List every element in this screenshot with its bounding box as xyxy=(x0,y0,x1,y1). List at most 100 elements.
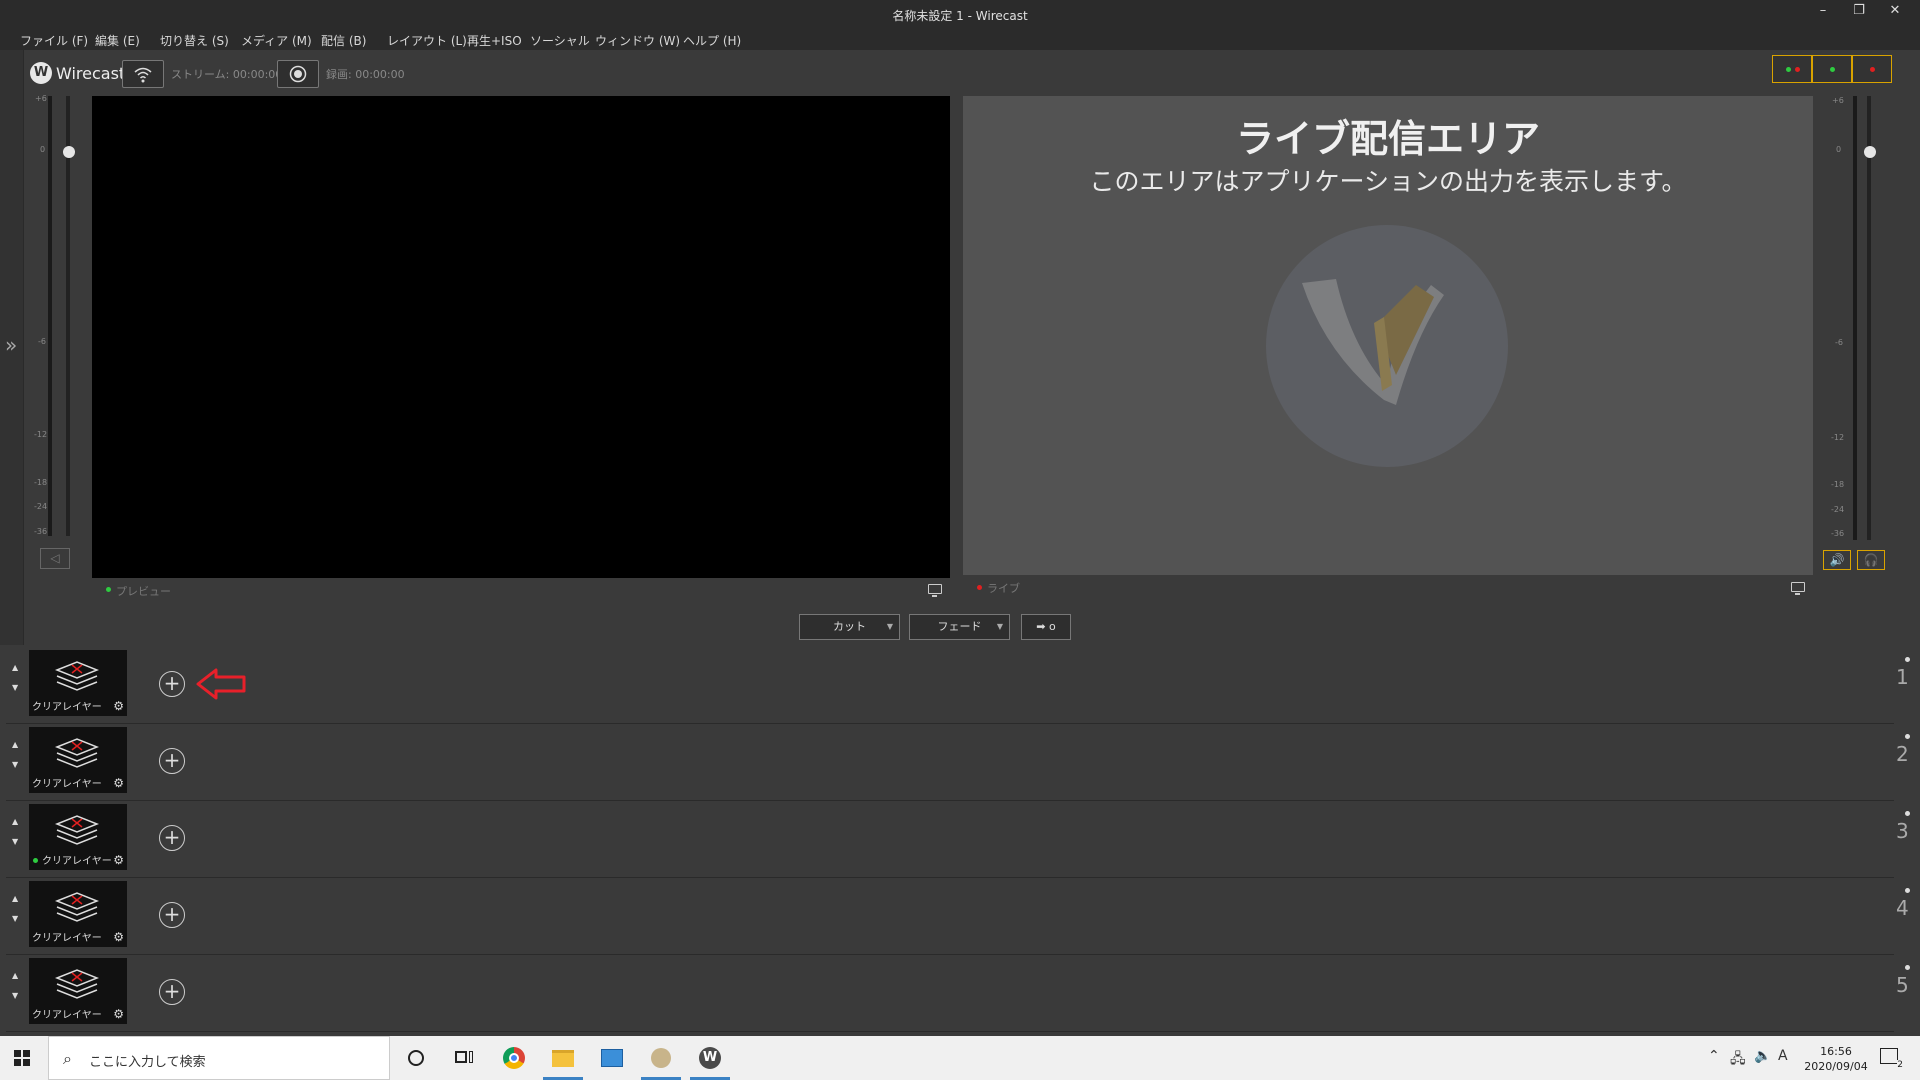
go-button[interactable]: ➡ o xyxy=(1021,614,1071,640)
search-icon: ⌕ xyxy=(63,1049,72,1068)
chrome-icon[interactable] xyxy=(498,1042,530,1074)
record-button[interactable] xyxy=(277,60,319,88)
move-up-icon[interactable]: ▲ xyxy=(12,894,18,903)
meter-label: +6 xyxy=(35,94,47,103)
paint-icon[interactable] xyxy=(641,1042,681,1080)
right-volume-knob[interactable] xyxy=(1864,146,1876,158)
status-dot-green xyxy=(1830,67,1835,72)
meter-label: -24 xyxy=(1831,505,1845,514)
volume-icon[interactable]: 🔈 xyxy=(1754,1048,1771,1064)
stream-timer: ストリーム: 00:00:00 xyxy=(171,68,283,81)
control-panel-icon[interactable] xyxy=(596,1042,628,1074)
menu-replay-iso[interactable]: 再生+ISO xyxy=(467,32,522,49)
tray-chevron-up-icon[interactable]: ⌃ xyxy=(1708,1048,1720,1064)
headphones-button[interactable]: 🎧 xyxy=(1857,550,1885,570)
fade-transition-dropdown[interactable]: フェード ▼ xyxy=(909,614,1010,640)
preview-display-icon[interactable] xyxy=(928,584,942,597)
add-shot-button[interactable]: + xyxy=(159,825,185,851)
layer-thumbnail[interactable]: クリアレイヤー ⚙ xyxy=(29,804,127,870)
notification-center-icon[interactable]: 2 xyxy=(1880,1048,1903,1070)
gear-icon[interactable]: ⚙ xyxy=(113,1007,124,1021)
meter-label: -6 xyxy=(1835,338,1843,347)
move-up-icon[interactable]: ▲ xyxy=(12,817,18,826)
menu-help[interactable]: ヘルプ (H) xyxy=(683,32,741,49)
add-shot-button[interactable]: + xyxy=(159,671,185,697)
add-shot-button[interactable]: + xyxy=(159,979,185,1005)
menu-edit[interactable]: 編集 (E) xyxy=(95,32,140,49)
move-up-icon[interactable]: ▲ xyxy=(12,740,18,749)
move-down-icon[interactable]: ▼ xyxy=(12,683,18,692)
move-down-icon[interactable]: ▼ xyxy=(12,837,18,846)
menu-social[interactable]: ソーシャル xyxy=(530,32,590,49)
menu-file[interactable]: ファイル (F) xyxy=(20,32,88,49)
layer-menu-dot[interactable] xyxy=(1905,657,1910,662)
taskbar-search-box[interactable]: ⌕ ここに入力して検索 xyxy=(48,1036,390,1080)
menu-switch[interactable]: 切り替え (S) xyxy=(160,32,229,49)
layer-thumbnail[interactable]: クリアレイヤー ⚙ xyxy=(29,727,127,793)
layer-menu-dot[interactable] xyxy=(1905,734,1910,739)
dropdown-caret-icon: ▼ xyxy=(996,622,1003,631)
meter-label: -18 xyxy=(1831,480,1845,489)
meter-label: -18 xyxy=(34,478,48,487)
meter-label: -12 xyxy=(34,430,48,439)
layer-menu-dot[interactable] xyxy=(1905,811,1910,816)
clock-date: 2020/09/04 xyxy=(1804,1060,1868,1073)
windows-start-icon[interactable] xyxy=(14,1050,30,1066)
layer-number: 2 xyxy=(1896,742,1909,766)
search-placeholder: ここに入力して検索 xyxy=(89,1055,206,1070)
add-shot-button[interactable]: + xyxy=(159,902,185,928)
move-down-icon[interactable]: ▼ xyxy=(12,760,18,769)
move-up-icon[interactable]: ▲ xyxy=(12,663,18,672)
gear-icon[interactable]: ⚙ xyxy=(113,930,124,944)
layer-row: ▲ ▼ クリアレイヤー ⚙ + 2 xyxy=(6,724,1910,801)
layer-thumbnail[interactable]: クリアレイヤー ⚙ xyxy=(29,881,127,947)
menu-bar: ファイル (F) 編集 (E) 切り替え (S) メディア (M) 配信 (B)… xyxy=(0,30,1920,50)
move-down-icon[interactable]: ▼ xyxy=(12,914,18,923)
layer-thumbnail[interactable]: クリアレイヤー ⚙ xyxy=(29,958,127,1024)
close-button[interactable]: ✕ xyxy=(1872,0,1918,22)
left-volume-knob[interactable] xyxy=(63,146,75,158)
preview-label: プレビュー xyxy=(116,585,171,598)
speaker-button[interactable]: 🔊 xyxy=(1823,550,1851,570)
gear-icon[interactable]: ⚙ xyxy=(113,776,124,790)
wirecast-taskbar-icon[interactable]: W xyxy=(690,1042,730,1080)
layer-thumbnail[interactable]: クリアレイヤー ⚙ xyxy=(29,650,127,716)
taskbar-clock[interactable]: 16:56 2020/09/04 xyxy=(1802,1044,1870,1074)
status-indicator-2[interactable] xyxy=(1812,55,1852,83)
meter-label: -36 xyxy=(34,527,48,536)
menu-window[interactable]: ウィンドウ (W) xyxy=(595,32,680,49)
move-up-icon[interactable]: ▲ xyxy=(12,971,18,980)
gear-icon[interactable]: ⚙ xyxy=(113,853,124,867)
file-explorer-icon[interactable] xyxy=(543,1042,583,1080)
cortana-icon[interactable] xyxy=(400,1042,432,1074)
layer-menu-dot[interactable] xyxy=(1905,888,1910,893)
right-volume-slider[interactable] xyxy=(1867,96,1871,540)
menu-layout[interactable]: レイアウト (L) xyxy=(387,32,467,49)
expand-chevron-icon[interactable]: » xyxy=(5,333,17,357)
status-indicator-1[interactable] xyxy=(1772,55,1812,83)
status-indicator-3[interactable] xyxy=(1852,55,1892,83)
add-shot-button[interactable]: + xyxy=(159,748,185,774)
sidebar-collapse-strip[interactable]: » xyxy=(0,50,24,645)
menu-broadcast[interactable]: 配信 (B) xyxy=(321,32,366,49)
mute-button[interactable]: ◁ xyxy=(40,548,70,569)
move-down-icon[interactable]: ▼ xyxy=(12,991,18,1000)
layer-number: 1 xyxy=(1896,665,1909,689)
menu-media[interactable]: メディア (M) xyxy=(241,32,312,49)
live-display-icon[interactable] xyxy=(1791,582,1805,595)
ime-indicator[interactable]: A xyxy=(1778,1048,1788,1064)
layer-menu-dot[interactable] xyxy=(1905,965,1910,970)
preview-monitor[interactable] xyxy=(92,96,950,578)
gear-icon[interactable]: ⚙ xyxy=(113,699,124,713)
layer-row: ▲ ▼ クリアレイヤー ⚙ + 3 xyxy=(6,801,1910,878)
network-icon[interactable]: 🖧 xyxy=(1730,1048,1746,1072)
notification-count: 2 xyxy=(1897,1060,1903,1070)
left-volume-slider[interactable] xyxy=(66,96,70,536)
task-view-icon[interactable] xyxy=(447,1042,479,1074)
meter-label: 0 xyxy=(1836,145,1842,154)
clear-layer-icon xyxy=(54,892,100,922)
app-name: Wirecast xyxy=(56,64,126,83)
stream-button[interactable] xyxy=(122,60,164,88)
cut-transition-dropdown[interactable]: カット ▼ xyxy=(799,614,900,640)
status-dot-green xyxy=(1786,67,1791,72)
